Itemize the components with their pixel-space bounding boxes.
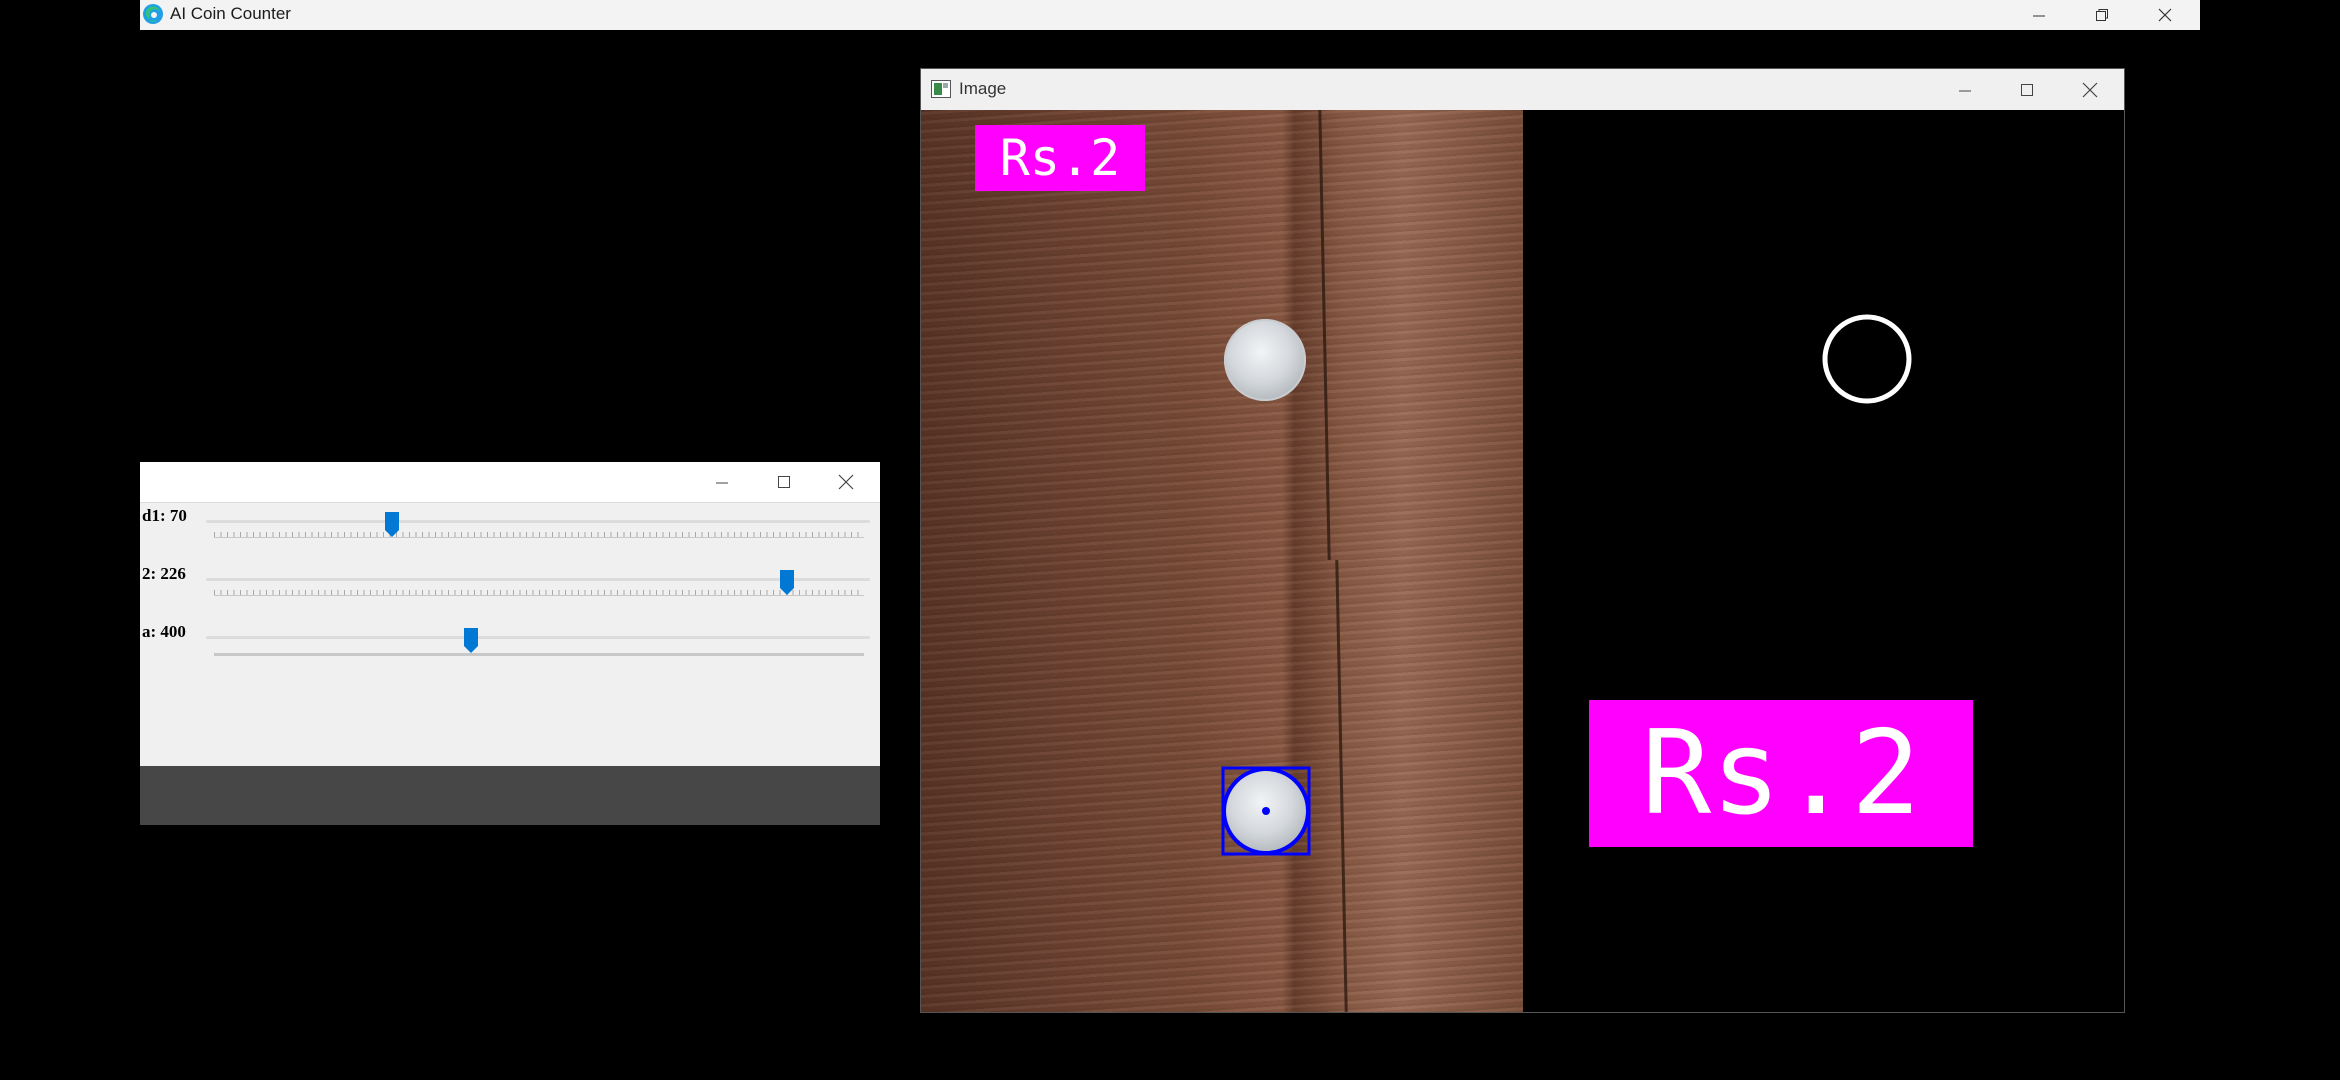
trackbar-window-footer — [140, 766, 880, 825]
app-title: AI Coin Counter — [170, 4, 291, 23]
trackbar-thumb[interactable] — [464, 628, 478, 654]
trackbar-maximize-button[interactable] — [753, 462, 815, 502]
trackbar-track[interactable] — [206, 578, 870, 581]
camera-frame-original: Rs.2 — [921, 110, 1523, 560]
camera-frame-contours — [921, 560, 1523, 1012]
image-window: Image Rs.2 Rs.2 — [920, 68, 2125, 1013]
coin-value-big-label: Rs.2 — [1589, 700, 1973, 847]
trackbar-ticks — [214, 650, 864, 656]
app-titlebar — [140, 0, 2200, 30]
app-restore-button[interactable] — [2073, 0, 2131, 30]
trackbar-ticks — [214, 532, 864, 538]
close-icon — [2158, 8, 2172, 22]
trackbar-track[interactable] — [206, 520, 870, 523]
coin-value-label: Rs.2 — [975, 125, 1145, 191]
image-maximize-button[interactable] — [1996, 69, 2058, 110]
close-icon — [2082, 82, 2098, 97]
minimize-icon — [1959, 90, 1971, 91]
detected-contour — [1822, 314, 1912, 404]
maximize-icon — [2021, 83, 2033, 96]
trackbar-label: 2: 226 — [142, 564, 186, 583]
trackbar-row-threshold2: 2: 226 — [140, 562, 880, 620]
image-close-button[interactable] — [2059, 69, 2121, 110]
trackbar-row-area: a: 400 — [140, 620, 880, 678]
edge-detection-frame — [1523, 110, 2124, 560]
restore-icon — [2096, 9, 2108, 21]
app-minimize-button[interactable] — [2010, 0, 2068, 30]
trackbar-minimize-button[interactable] — [691, 462, 753, 502]
image-minimize-button[interactable] — [1934, 69, 1996, 110]
result-frame: Rs.2 — [1523, 560, 2124, 1012]
trackbar-close-button[interactable] — [815, 462, 877, 502]
image-window-icon — [931, 80, 951, 98]
trackbar-window: d1: 70 2: 226 a: 400 — [140, 462, 880, 825]
edge-app-icon — [142, 3, 164, 25]
image-window-title: Image — [959, 79, 1007, 98]
trackbar-row-threshold1: d1: 70 — [140, 504, 880, 562]
trackbar-thumb[interactable] — [385, 512, 399, 538]
trackbar-ticks — [214, 590, 864, 596]
trackbar-thumb[interactable] — [780, 570, 794, 596]
minimize-icon — [2033, 15, 2045, 17]
close-icon — [838, 474, 854, 490]
trackbar-label: d1: 70 — [142, 506, 187, 525]
detection-overlay — [1221, 766, 1311, 856]
minimize-icon — [716, 482, 728, 484]
trackbar-label: a: 400 — [142, 622, 186, 641]
app-close-button[interactable] — [2136, 0, 2194, 30]
coin-image — [1224, 319, 1306, 401]
trackbar-track[interactable] — [206, 636, 870, 639]
maximize-icon — [778, 476, 790, 488]
